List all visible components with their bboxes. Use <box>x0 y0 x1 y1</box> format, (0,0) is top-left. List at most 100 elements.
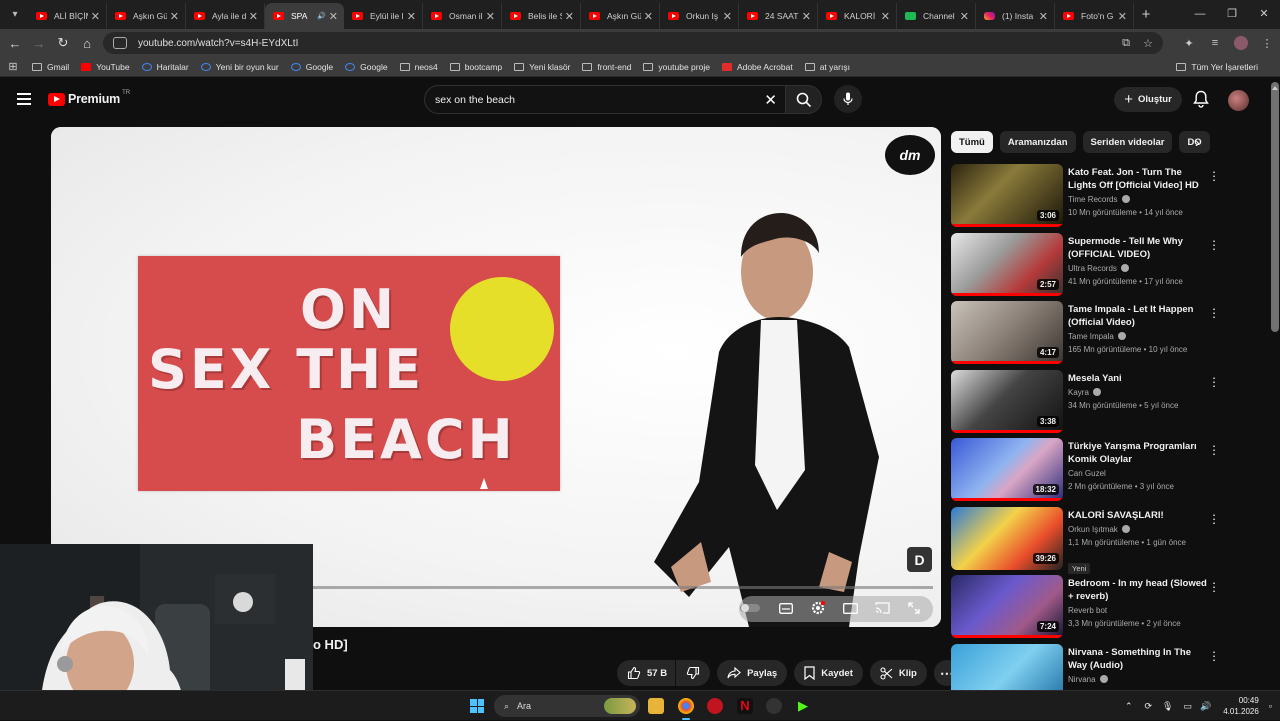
channel-name-row[interactable]: Tame Impala <box>1068 330 1126 343</box>
close-tab-icon[interactable]: ✕ <box>802 10 811 23</box>
filter-chip[interactable]: Seriden videolar <box>1082 131 1173 153</box>
notifications-center-icon[interactable]: ▫ <box>1269 701 1272 711</box>
restore-icon[interactable]: ❐ <box>1216 0 1248 29</box>
recommended-video-title[interactable]: Supermode - Tell Me Why (OFFICIAL VIDEO) <box>1068 235 1208 261</box>
monitor-icon[interactable]: ▭ <box>1183 701 1192 712</box>
recommended-video-title[interactable]: Türkiye Yarışma Programları Komik Olayla… <box>1068 440 1208 466</box>
bookmark-item[interactable]: at yarışı <box>804 62 850 72</box>
obs-icon[interactable] <box>766 698 782 714</box>
more-options-kebab-icon[interactable]: · · · <box>1210 439 1218 460</box>
browser-tab[interactable]: Aşkın Gü ✕ <box>581 3 660 29</box>
recommended-video-title[interactable]: Tame Impala - Let It Happen (Official Vi… <box>1068 303 1208 329</box>
taskbar-clock[interactable]: 00:49 4.01.2026 <box>1223 695 1259 717</box>
forward-icon[interactable]: → <box>27 36 51 51</box>
bookmark-item[interactable]: Google <box>345 62 388 72</box>
video-thumbnail[interactable]: 3:38 <box>951 369 1063 433</box>
close-tab-icon[interactable]: ✕ <box>723 10 732 23</box>
tab-audio-icon[interactable]: 🔊 <box>317 12 326 20</box>
filter-chip[interactable]: Tümü <box>951 131 993 153</box>
channel-name-row[interactable]: Kayra <box>1068 386 1101 399</box>
bookmark-item[interactable]: Yeni klasör <box>514 62 570 72</box>
reload-icon[interactable]: ↻ <box>51 35 75 51</box>
taskbar-search-input[interactable]: ⌕ Ara <box>494 695 640 717</box>
close-tab-icon[interactable]: ✕ <box>644 10 653 23</box>
subtitles-icon[interactable] <box>771 595 801 621</box>
more-options-kebab-icon[interactable]: · · · <box>1210 234 1218 255</box>
page-scrollbar[interactable] <box>1271 82 1279 332</box>
notifications-bell-icon[interactable] <box>1193 90 1209 108</box>
volume-icon[interactable]: 🔊 <box>1200 701 1211 712</box>
channel-name-row[interactable]: Orkun Işıtmak <box>1068 523 1130 536</box>
browser-tab[interactable]: Ayla ile d ✕ <box>186 3 265 29</box>
tray-overflow-chevron-icon[interactable]: ⌃ <box>1125 701 1133 712</box>
youtube-premium-logo[interactable]: Premium TR <box>48 90 130 106</box>
search-input[interactable]: sex on the beach ✕ <box>424 85 786 114</box>
create-button[interactable]: + Oluştur <box>1114 87 1182 112</box>
windows-start-icon[interactable] <box>470 699 484 713</box>
bookmark-item[interactable]: front-end <box>582 62 631 72</box>
new-tab-button[interactable]: + <box>1134 6 1158 23</box>
recommended-video[interactable]: 3:38 Mesela Yani Kayra 34 Mn görüntüleme • … <box>951 369 1226 439</box>
browser-tab[interactable]: ALİ BİÇİM✕ <box>28 3 107 29</box>
chrome-taskbar-icon[interactable] <box>678 698 694 720</box>
reading-list-icon[interactable]: ≡ <box>1202 37 1228 49</box>
video-progress-bar[interactable] <box>313 586 933 589</box>
recommended-video[interactable]: 7:24 Bedroom - In my head (Slowed + rever… <box>951 575 1226 644</box>
recommended-video[interactable]: 4:17 Tame Impala - Let It Happen (Officia… <box>951 301 1226 370</box>
bookmark-item[interactable]: neos4 <box>399 62 438 72</box>
browser-tab[interactable]: 24 SAAT ✕ <box>739 3 818 29</box>
tab-search-icon[interactable]: ▾ <box>2 4 28 26</box>
browser-tab[interactable]: (1) Insta ✕ <box>976 3 1055 29</box>
more-options-kebab-icon[interactable]: · · · <box>1210 645 1218 666</box>
dislike-button[interactable] <box>676 660 711 686</box>
back-icon[interactable]: ← <box>3 36 27 51</box>
voice-search-button[interactable] <box>834 85 862 113</box>
more-options-kebab-icon[interactable]: · · · <box>1210 165 1218 186</box>
address-bar[interactable]: youtube.com/watch?v=s4H-EYdXLtI ⧉ ☆ <box>103 32 1163 54</box>
kick-app-icon[interactable]: ▶ <box>795 698 811 714</box>
settings-gear-icon[interactable] <box>803 595 833 621</box>
chips-next-chevron-icon[interactable]: › <box>1195 134 1200 150</box>
browser-tab[interactable]: Belis ile S ✕ <box>502 3 581 29</box>
more-options-kebab-icon[interactable]: · · · <box>1210 508 1218 529</box>
browser-tab[interactable]: Aşkın Gü ✕ <box>107 3 186 29</box>
close-tab-icon[interactable]: ✕ <box>407 10 416 23</box>
hamburger-menu-icon[interactable] <box>17 93 31 108</box>
all-bookmarks-folder[interactable]: Tüm Yer İşaretleri <box>1176 62 1258 72</box>
site-info-icon[interactable] <box>113 37 127 49</box>
bookmark-item[interactable]: Gmail <box>32 62 69 72</box>
minimize-icon[interactable]: — <box>1184 0 1216 29</box>
video-thumbnail[interactable]: 4:17 <box>951 301 1063 364</box>
more-options-kebab-icon[interactable]: · · · <box>1210 371 1218 392</box>
autoplay-toggle[interactable] <box>735 595 765 621</box>
recommended-video[interactable]: 2:57 Supermode - Tell Me Why (OFFICIAL VI… <box>951 232 1226 302</box>
bookmark-item[interactable]: Haritalar <box>141 62 189 72</box>
video-thumbnail[interactable]: 3:06 <box>951 164 1063 227</box>
sync-icon[interactable]: ⟳ <box>1144 701 1152 712</box>
save-button[interactable]: Kaydet <box>794 660 863 686</box>
close-tab-icon[interactable]: ✕ <box>91 10 100 23</box>
video-thumbnail[interactable]: 39:26 <box>951 506 1063 570</box>
close-tab-icon[interactable]: ✕ <box>960 10 969 23</box>
clip-button[interactable]: Klip <box>869 660 927 686</box>
fullscreen-icon[interactable] <box>899 595 929 621</box>
close-tab-icon[interactable]: ✕ <box>249 10 258 23</box>
bookmark-item[interactable]: Google <box>290 62 333 72</box>
home-icon[interactable]: ⌂ <box>75 36 99 51</box>
browser-tab[interactable]: Orkun Iş ✕ <box>660 3 739 29</box>
bookmark-item[interactable]: youtube proje <box>643 62 710 72</box>
netflix-icon[interactable]: N <box>737 698 753 714</box>
video-thumbnail[interactable]: 18:32 <box>951 438 1063 501</box>
bookmark-star-icon[interactable]: ☆ <box>1137 37 1159 50</box>
close-tab-icon[interactable]: ✕ <box>881 10 890 23</box>
profile-avatar[interactable] <box>1234 36 1248 50</box>
recommended-video-title[interactable]: Nirvana - Something In The Way (Audio) <box>1068 646 1208 672</box>
clear-search-icon[interactable]: ✕ <box>764 91 777 109</box>
channel-name-row[interactable]: Time Records <box>1068 193 1130 206</box>
filter-chip[interactable]: Aramanızdan <box>999 131 1076 153</box>
browser-menu-icon[interactable]: ⋮ <box>1254 37 1280 50</box>
apps-grid-icon[interactable]: ⊞ <box>0 60 26 73</box>
d-badge-icon[interactable]: D <box>907 547 932 572</box>
bookmark-item[interactable]: Yeni bir oyun kur <box>200 62 279 72</box>
close-tab-icon[interactable]: ✕ <box>329 10 338 23</box>
